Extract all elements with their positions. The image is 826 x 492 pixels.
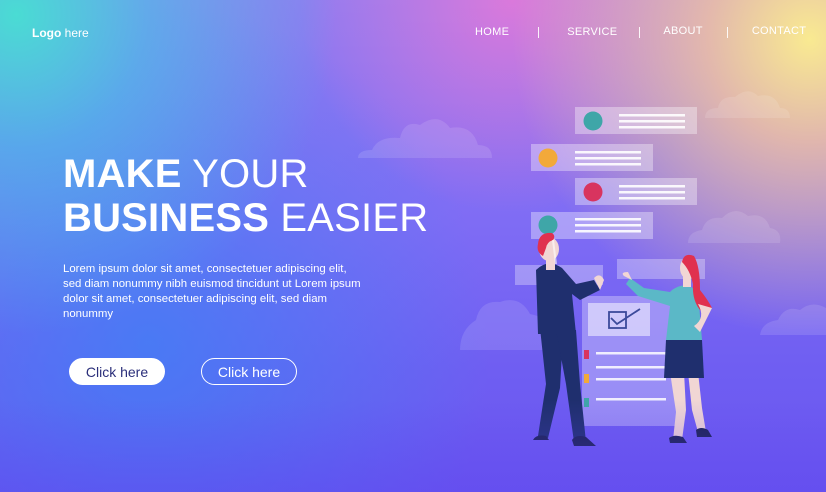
task-card-1: [575, 107, 697, 134]
task-card-2: [531, 144, 653, 171]
status-dot-icon: [583, 111, 603, 131]
status-dot-icon: [538, 215, 558, 235]
status-dot-icon: [538, 148, 558, 168]
task-card-3: [575, 178, 697, 205]
teamwork-illustration: [358, 91, 826, 446]
landing-page: Logo here HOME SERVICE ABOUT CONTACT MAK…: [0, 0, 826, 492]
status-dot-icon: [583, 182, 603, 202]
